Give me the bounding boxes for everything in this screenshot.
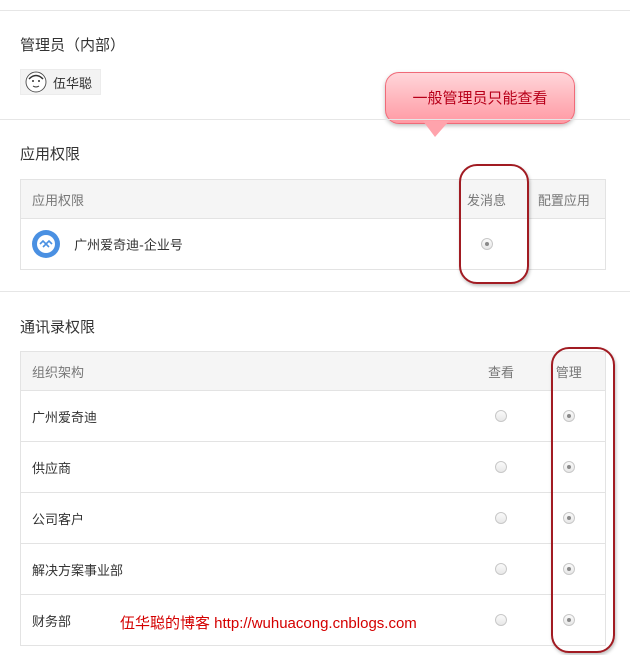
- callout-tail: [423, 121, 449, 137]
- org-name: 广州爱奇迪: [20, 390, 470, 442]
- table-row: 广州爱奇迪: [20, 390, 606, 442]
- view-cell: [469, 594, 533, 646]
- view-cell: [469, 543, 533, 595]
- contacts-header-row: 组织架构 查看 管理: [20, 351, 606, 391]
- view-cell: [469, 390, 533, 442]
- top-divider: [0, 10, 630, 11]
- app-glyph-icon: [37, 235, 55, 253]
- blog-watermark: 伍华聪的博客 http://wuhuacong.cnblogs.com: [120, 615, 417, 632]
- view-cell: [469, 441, 533, 493]
- app-permissions-title: 应用权限: [20, 145, 81, 163]
- user-face-icon: [25, 71, 47, 93]
- column-header-view: 查看: [469, 351, 533, 391]
- org-name: 公司客户: [20, 492, 470, 544]
- app-name: 广州爱奇迪-企业号: [74, 238, 183, 254]
- app-logo-icon: [32, 230, 60, 258]
- column-header-org: 组织架构: [20, 351, 470, 391]
- divider-after-apps: [0, 291, 630, 292]
- view-radio[interactable]: [495, 461, 508, 473]
- table-row: 公司客户: [20, 492, 606, 544]
- admin-section-title: 管理员（内部）: [20, 36, 126, 54]
- admin-user-chip[interactable]: 伍华聪: [20, 69, 102, 95]
- app-cell: 广州爱奇迪-企业号: [20, 218, 451, 270]
- view-radio[interactable]: [495, 614, 508, 626]
- divider-after-admin: [0, 119, 630, 120]
- admin-user-name: 伍华聪: [53, 76, 93, 92]
- contacts-permissions-title: 通讯录权限: [20, 318, 96, 336]
- highlight-oval-manage: [551, 347, 615, 653]
- highlight-oval-send-message: [459, 164, 529, 284]
- table-row: 供应商: [20, 441, 606, 493]
- callout-bubble: 一般管理员只能查看: [385, 72, 575, 124]
- view-radio[interactable]: [495, 410, 508, 422]
- table-row: 解决方案事业部: [20, 543, 606, 595]
- view-cell: [469, 492, 533, 544]
- avatar: [25, 71, 47, 93]
- contacts-permissions-table: 组织架构 查看 管理 广州爱奇迪 供应商 公司客户 解决方案事业部 财务部: [20, 351, 606, 646]
- org-name: 解决方案事业部: [20, 543, 470, 595]
- org-name: 供应商: [20, 441, 470, 493]
- callout-text: 一般管理员只能查看: [412, 89, 548, 107]
- column-header-app: 应用权限: [20, 179, 451, 219]
- column-header-configure-app: 配置应用: [522, 179, 606, 219]
- configure-app-cell: [522, 218, 606, 270]
- view-radio[interactable]: [495, 512, 508, 524]
- view-radio[interactable]: [495, 563, 508, 575]
